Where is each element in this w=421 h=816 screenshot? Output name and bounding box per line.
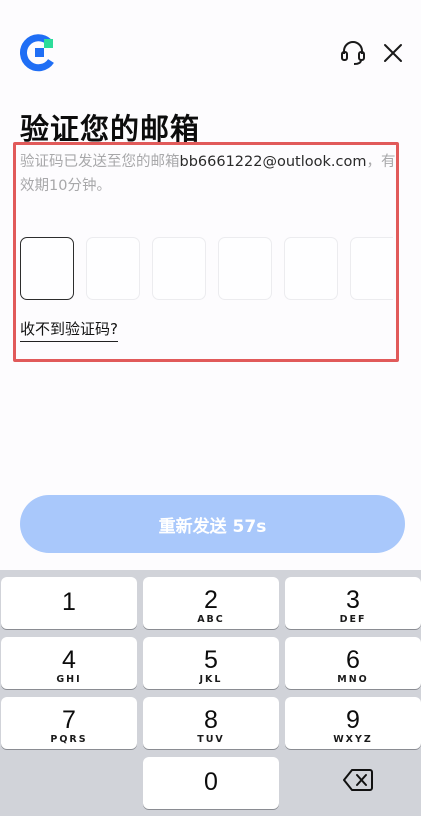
key-5[interactable]: 5 JKL <box>143 637 279 689</box>
key-letters: ABC <box>197 614 225 625</box>
backspace-icon[interactable] <box>343 768 373 792</box>
code-digit-box[interactable] <box>20 237 74 300</box>
key-0[interactable]: 0 <box>143 757 279 809</box>
key-9[interactable]: 9 WXYZ <box>285 697 421 749</box>
description-prefix: 验证码已发送至您的邮箱 <box>20 154 180 170</box>
key-6[interactable]: 6 MNO <box>285 637 421 689</box>
key-number: 7 <box>62 706 76 734</box>
resend-code-button[interactable]: 重新发送 57s <box>20 495 405 553</box>
key-8[interactable]: 8 TUV <box>143 697 279 749</box>
key-letters: PQRS <box>50 734 88 745</box>
key-number: 6 <box>346 646 360 674</box>
verification-description: 验证码已发送至您的邮箱bb6661222@outlook.com，有效期10分钟… <box>20 150 400 198</box>
customer-support-icon[interactable] <box>341 40 365 66</box>
code-digit-box[interactable] <box>218 237 272 300</box>
key-letters: GHI <box>56 674 82 685</box>
key-1[interactable]: 1 <box>1 577 137 629</box>
code-digit-box[interactable] <box>86 237 140 300</box>
key-number: 2 <box>204 586 218 614</box>
code-digit-box[interactable] <box>284 237 338 300</box>
key-number: 4 <box>62 646 76 674</box>
key-number: 5 <box>204 646 218 674</box>
key-number: 8 <box>204 706 218 734</box>
key-number: 1 <box>62 588 76 616</box>
page-title: 验证您的邮箱 <box>20 112 201 146</box>
key-letters: DEF <box>339 614 367 625</box>
key-letters: WXYZ <box>333 734 373 745</box>
app-logo-icon <box>20 34 54 72</box>
key-2[interactable]: 2 ABC <box>143 577 279 629</box>
code-digit-box[interactable] <box>350 237 393 300</box>
key-4[interactable]: 4 GHI <box>1 637 137 689</box>
email-address: bb6661222@outlook.com <box>179 154 367 170</box>
code-digit-box[interactable] <box>152 237 206 300</box>
verification-code-input[interactable] <box>20 237 393 301</box>
key-number: 9 <box>346 706 360 734</box>
key-letters: MNO <box>337 674 369 685</box>
key-letters: TUV <box>197 734 225 745</box>
key-number: 0 <box>204 768 218 796</box>
close-icon[interactable] <box>382 42 404 64</box>
key-7[interactable]: 7 PQRS <box>1 697 137 749</box>
no-code-received-link[interactable]: 收不到验证码? <box>20 318 118 342</box>
key-letters: JKL <box>199 674 223 685</box>
key-number: 3 <box>346 586 360 614</box>
key-3[interactable]: 3 DEF <box>285 577 421 629</box>
